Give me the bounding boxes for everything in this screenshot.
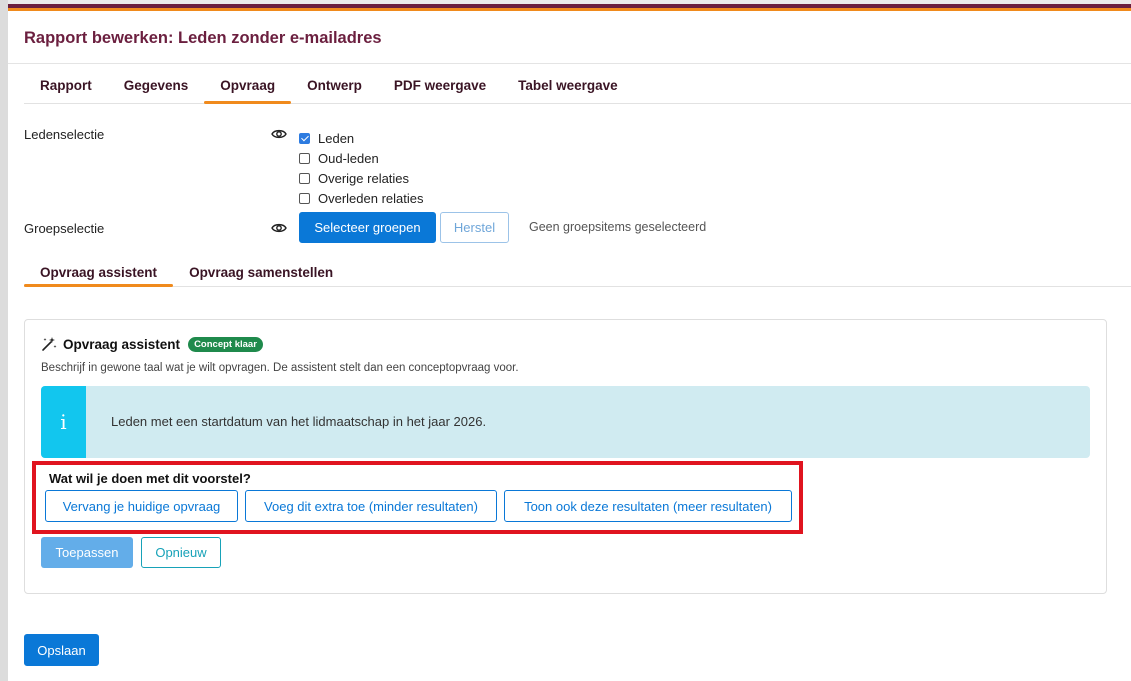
option-label: Overige relaties <box>318 170 410 186</box>
tab-ontwerp[interactable]: Ontwerp <box>291 64 378 103</box>
checkbox-leden[interactable] <box>299 132 310 144</box>
left-rail <box>0 0 8 681</box>
subtab-opvraag-samenstellen[interactable]: Opvraag samenstellen <box>173 257 349 286</box>
option-overleden-relaties[interactable]: Overleden relaties <box>299 188 424 208</box>
info-stripe: i <box>41 386 86 458</box>
option-label: Leden <box>318 130 355 146</box>
option-oud-leden[interactable]: Oud-leden <box>299 148 424 168</box>
status-badge: Concept klaar <box>188 336 263 352</box>
checkbox-oud-leden[interactable] <box>299 152 310 164</box>
save-button[interactable]: Opslaan <box>24 634 99 666</box>
info-icon: i <box>60 410 67 434</box>
brand-stripes <box>8 0 1131 14</box>
title-bar: Rapport bewerken: Leden zonder e-mailadr… <box>8 14 1131 64</box>
ledenselectie-label: Ledenselectie <box>24 127 105 142</box>
groepselectie-label: Groepselectie <box>24 221 105 236</box>
eye-icon[interactable] <box>271 222 287 234</box>
eye-icon[interactable] <box>271 128 287 140</box>
tab-opvraag[interactable]: Opvraag <box>204 64 291 104</box>
tab-rapport[interactable]: Rapport <box>24 64 108 103</box>
tab-gegevens[interactable]: Gegevens <box>108 64 205 103</box>
select-groups-button[interactable]: Selecteer groepen <box>299 212 436 243</box>
main-tabs: Rapport Gegevens Opvraag Ontwerp PDF wee… <box>24 64 1131 104</box>
option-overige-relaties[interactable]: Overige relaties <box>299 168 424 188</box>
replace-query-button[interactable]: Vervang je huidige opvraag <box>45 490 238 522</box>
info-text: Leden met een startdatum van het lidmaat… <box>111 414 487 429</box>
assistant-title: Opvraag assistent <box>63 336 181 352</box>
checkbox-overleden-relaties[interactable] <box>299 192 310 204</box>
reset-groups-button[interactable]: Herstel <box>440 212 509 243</box>
magic-wand-icon <box>42 337 57 351</box>
assistant-description: Beschrijf in gewone taal wat je wilt opv… <box>41 362 519 374</box>
add-extra-button[interactable]: Voeg dit extra toe (minder resultaten) <box>245 490 497 522</box>
page: Rapport bewerken: Leden zonder e-mailadr… <box>8 14 1131 681</box>
option-label: Oud-leden <box>318 150 379 166</box>
selection-form: Ledenselectie Leden Oud-leden Overige re… <box>8 104 1131 264</box>
assistant-header: Opvraag assistent Concept klaar <box>41 336 263 352</box>
proposal-choice-box: Wat wil je doen met dit voorstel? Vervan… <box>32 461 803 534</box>
group-status-text: Geen groepsitems geselecteerd <box>529 220 707 234</box>
subtab-opvraag-assistent[interactable]: Opvraag assistent <box>24 257 174 287</box>
info-alert: i Leden met een startdatum van het lidma… <box>41 386 1090 458</box>
ledenselectie-options: Leden Oud-leden Overige relaties Overled… <box>299 128 424 208</box>
query-subtabs: Opvraag assistent Opvraag samenstellen <box>24 257 1131 287</box>
checkbox-overige-relaties[interactable] <box>299 172 310 184</box>
proposal-question: Wat wil je doen met dit voorstel? <box>49 471 251 486</box>
option-label: Overleden relaties <box>318 190 424 206</box>
show-more-results-button[interactable]: Toon ook deze resultaten (meer resultate… <box>504 490 792 522</box>
apply-button[interactable]: Toepassen <box>41 537 133 568</box>
tab-tabel-weergave[interactable]: Tabel weergave <box>502 64 634 103</box>
option-leden[interactable]: Leden <box>299 128 424 148</box>
retry-button[interactable]: Opnieuw <box>141 537 221 568</box>
tab-pdf-weergave[interactable]: PDF weergave <box>378 64 502 103</box>
assistant-card: Opvraag assistent Concept klaar Beschrij… <box>24 319 1107 594</box>
page-title: Rapport bewerken: Leden zonder e-mailadr… <box>24 29 382 47</box>
